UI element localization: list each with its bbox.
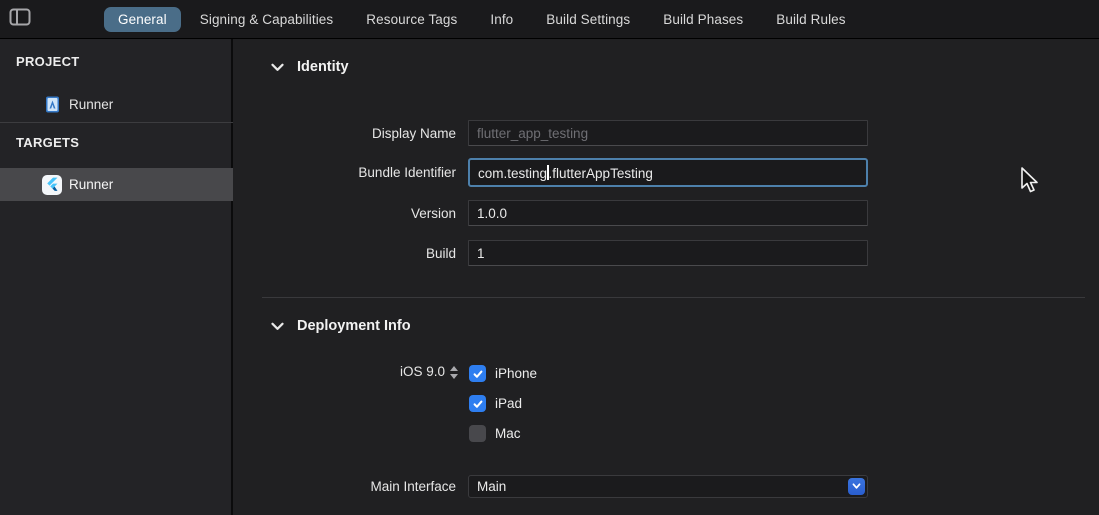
section-divider [262,297,1085,298]
bundle-identifier-value: com.testing.flutterAppTesting [478,165,653,181]
tab-strip: General Signing & Capabilities Resource … [118,0,846,39]
build-label: Build [235,246,456,261]
mouse-cursor [1020,167,1044,200]
chevron-down-icon[interactable] [271,322,284,331]
display-name-input[interactable] [468,120,868,146]
mac-checkbox-label: Mac [495,426,521,441]
identity-section-header[interactable]: Identity [271,59,349,75]
sidebar-item-target-runner[interactable]: Runner [0,168,233,201]
mac-checkbox[interactable] [469,425,486,442]
main-interface-label: Main Interface [235,479,456,494]
xcode-project-icon [44,96,61,113]
tab-build-phases[interactable]: Build Phases [663,12,743,27]
bundle-identifier-label: Bundle Identifier [235,165,456,180]
main-interface-dropdown[interactable]: Main [468,475,868,498]
tab-build-settings[interactable]: Build Settings [546,12,630,27]
tab-resource-tags[interactable]: Resource Tags [366,12,457,27]
display-name-label: Display Name [235,126,456,141]
tab-signing-capabilities[interactable]: Signing & Capabilities [200,12,334,27]
section-title: Deployment Info [297,318,411,334]
version-label: Version [235,206,456,221]
section-title: Identity [297,59,349,75]
dropdown-chevron-button[interactable] [848,478,865,495]
bundle-identifier-input[interactable]: com.testing.flutterAppTesting [468,158,868,187]
sidebar-item-label: Runner [69,177,113,192]
editor-tab-bar: General Signing & Capabilities Resource … [0,0,1099,39]
chevron-down-icon[interactable] [271,63,284,72]
chevron-down-icon [852,483,861,490]
ipad-checkbox[interactable] [469,395,486,412]
tab-info[interactable]: Info [490,12,513,27]
ios-deployment-target-value: iOS 9.0 [400,364,445,379]
sidebar-item-label: Runner [69,97,113,112]
sidebar-section-targets: TARGETS [16,135,79,150]
ipad-checkbox-label: iPad [495,396,522,411]
sidebar-section-project: PROJECT [16,54,80,69]
sidebar-toggle-button[interactable] [8,10,32,29]
stepper-down-icon [450,374,458,379]
tab-general[interactable]: General [104,7,181,32]
version-stepper[interactable] [450,365,458,379]
main-interface-value: Main [469,479,506,494]
build-input[interactable] [468,240,868,266]
flutter-icon [42,175,62,195]
deployment-info-section-header[interactable]: Deployment Info [271,318,411,334]
sidebar-item-project-runner[interactable]: Runner [0,90,233,118]
iphone-checkbox-label: iPhone [495,366,537,381]
stepper-up-icon [450,366,458,371]
project-navigator-sidebar: PROJECT Runner TARGETS Runner [0,39,233,515]
tab-build-rules[interactable]: Build Rules [776,12,845,27]
sidebar-divider [0,122,233,123]
general-settings-pane: Identity Display Name Bundle Identifier … [235,39,1099,515]
version-input[interactable] [468,200,868,226]
sidebar-toggle-icon [9,8,31,31]
xcode-window: General Signing & Capabilities Resource … [0,0,1099,515]
iphone-checkbox[interactable] [469,365,486,382]
